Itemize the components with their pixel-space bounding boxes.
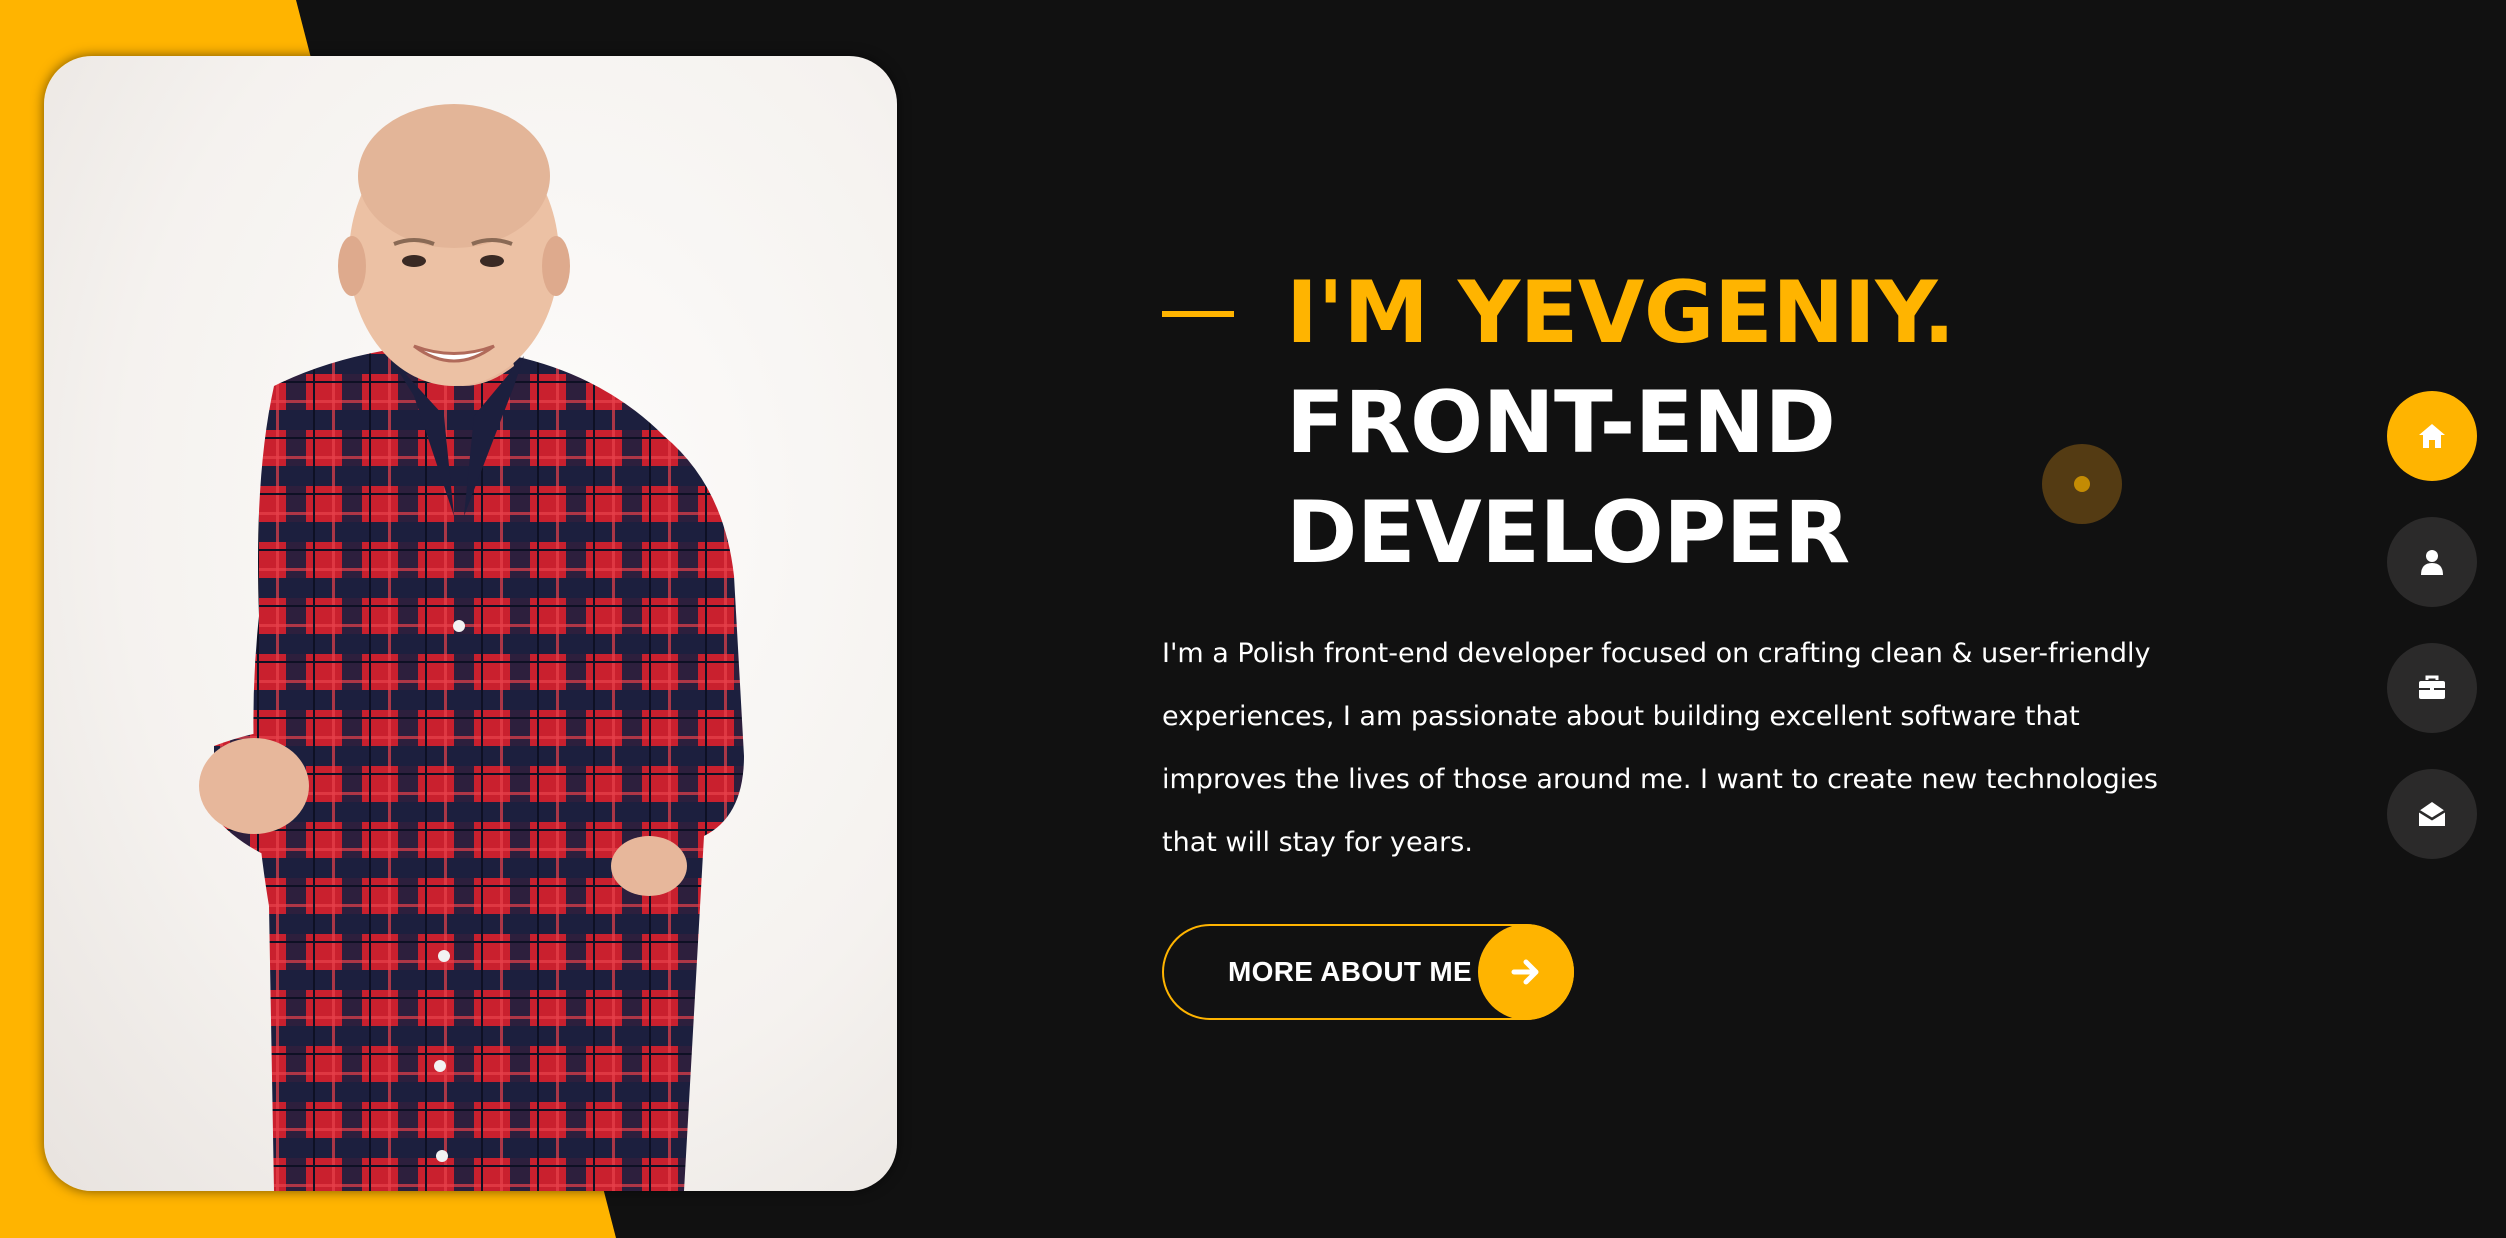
nav-home-button[interactable] bbox=[2387, 391, 2477, 481]
hero-description: I'm a Polish front-end developer focused… bbox=[1162, 638, 2158, 858]
briefcase-icon bbox=[2419, 675, 2445, 699]
arrow-right-icon bbox=[1478, 924, 1574, 1020]
hero-title-role-line1: FRONT-END bbox=[1286, 373, 1836, 473]
nav-about-button[interactable] bbox=[2387, 517, 2477, 607]
hero-title: I'M YEVGENIY. FRONT-END DEVELOPER bbox=[1286, 258, 1955, 588]
title-accent-dash bbox=[1162, 311, 1234, 317]
nav-portfolio-button[interactable] bbox=[2387, 643, 2477, 733]
user-icon bbox=[2421, 550, 2443, 575]
decorative-dot bbox=[2042, 444, 2122, 524]
nav-contact-button[interactable] bbox=[2387, 769, 2477, 859]
envelope-open-icon bbox=[2418, 802, 2446, 826]
more-about-me-label: MORE ABOUT ME bbox=[1228, 956, 1472, 987]
home-icon bbox=[2419, 424, 2445, 448]
more-about-me-button[interactable]: MORE ABOUT ME bbox=[1162, 924, 1574, 1020]
hero-title-name: I'M YEVGENIY. bbox=[1286, 263, 1955, 363]
hero-title-role-line2: DEVELOPER bbox=[1286, 483, 1850, 583]
profile-photo bbox=[44, 56, 897, 1191]
